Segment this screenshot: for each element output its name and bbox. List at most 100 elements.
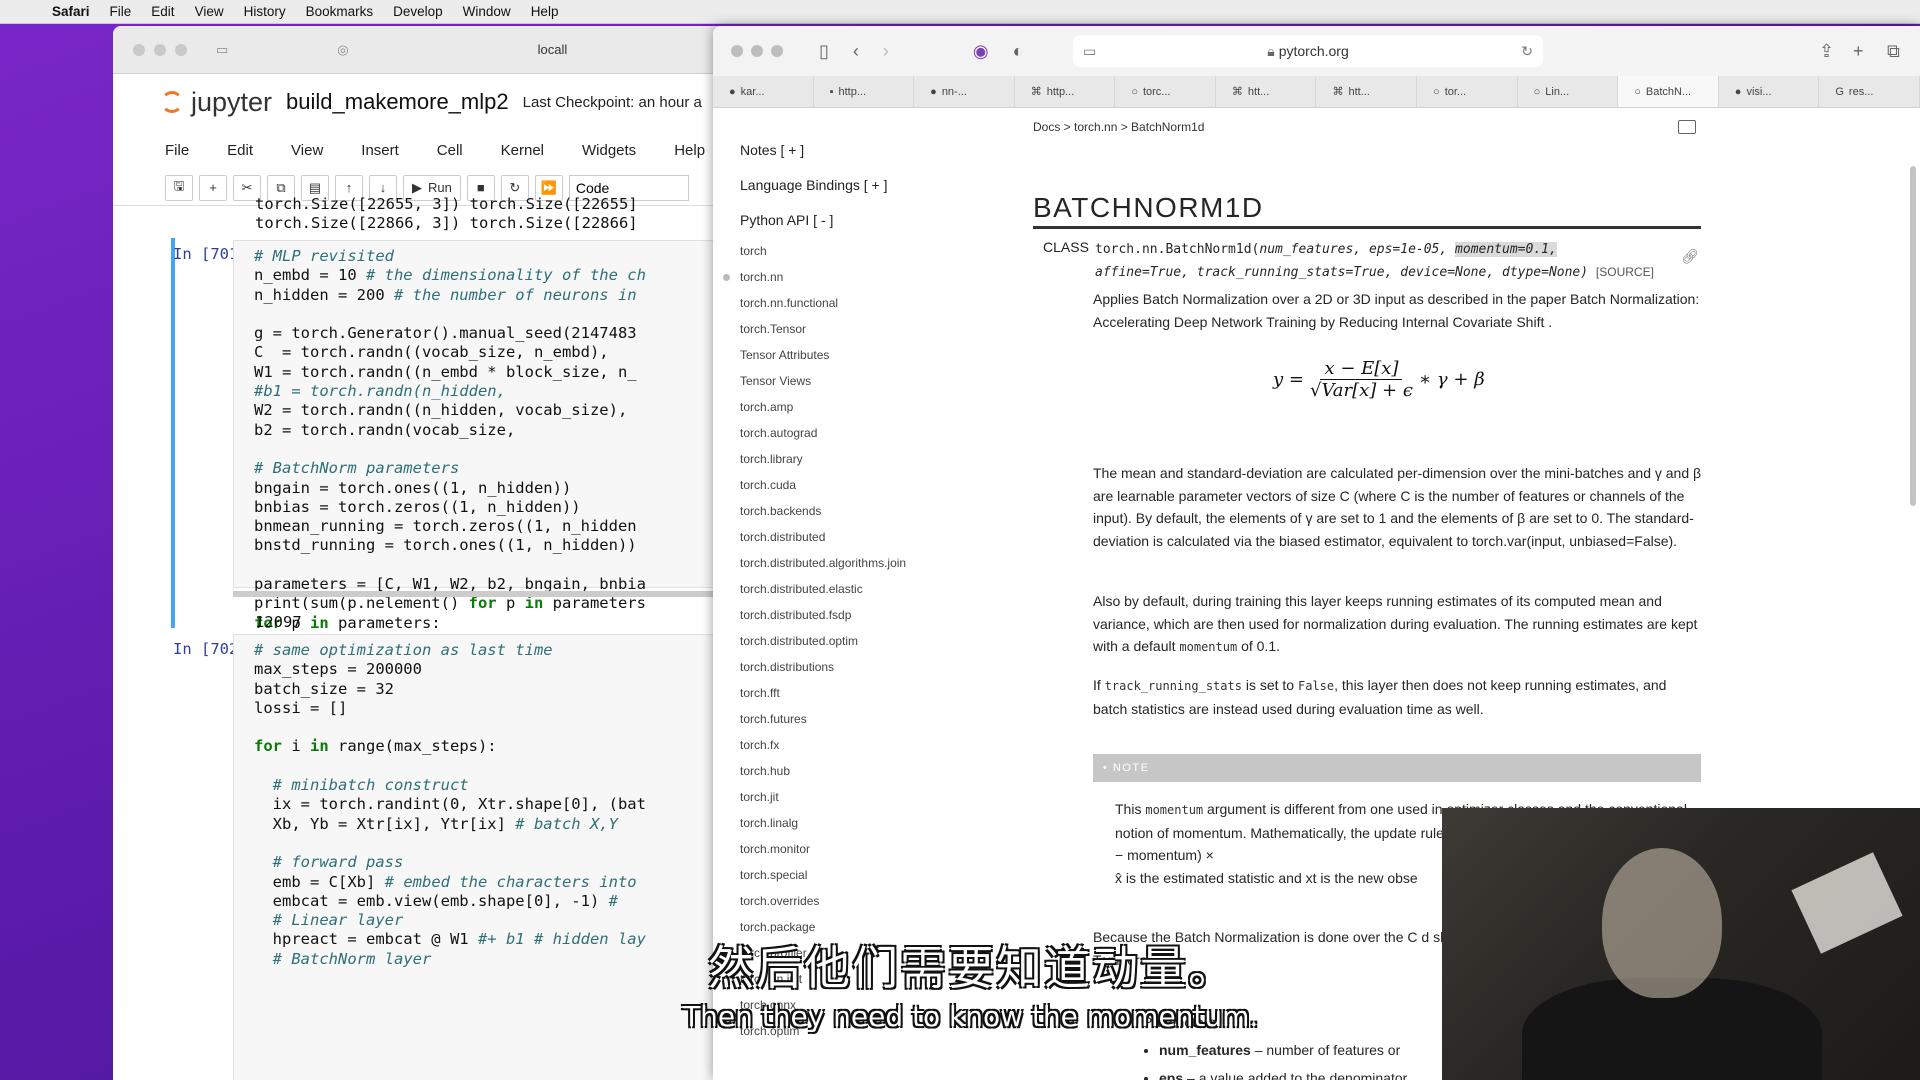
sidebar-item[interactable]: torch.linalg [740, 810, 1003, 836]
run-icon: ▶ [412, 179, 422, 195]
sidebar-item[interactable]: torch.library [740, 446, 1003, 472]
tab[interactable]: ○ Lin... [1518, 76, 1619, 107]
tab-bar: ● kar... ▪ http... ● nn-... ⌘ http... ○ torc.… [713, 76, 1920, 108]
sidebar-item[interactable]: torch.overrides [740, 888, 1003, 914]
tab-overview-icon[interactable]: ⧉ [1879, 41, 1908, 62]
privacy-icon[interactable]: ◎ [337, 42, 348, 58]
pytorch-icon: ○ [1533, 85, 1541, 98]
page-scrollbar[interactable] [1910, 166, 1916, 506]
jmenu-cell[interactable]: Cell [437, 142, 463, 159]
sidebar-icon[interactable]: ▭ [216, 42, 228, 58]
sidebar-item[interactable]: torch.fx [740, 732, 1003, 758]
address-fragment[interactable]: locall [538, 42, 568, 57]
site-icon: ⌘ [1231, 86, 1243, 98]
zoom-window-button[interactable] [771, 45, 783, 57]
formula-denominator: √Var[x] + ϵ [1309, 380, 1413, 401]
permalink-icon[interactable]: 🔗︎ [1681, 248, 1699, 265]
minimize-window-button[interactable] [154, 43, 166, 56]
zoom-window-button[interactable] [175, 43, 187, 56]
tab[interactable]: ⌘ htt... [1216, 76, 1317, 107]
sidebar-item[interactable]: torch.distributions [740, 654, 1003, 680]
text: is set to [1241, 677, 1298, 693]
close-window-button[interactable] [133, 43, 145, 56]
sidebar-notes[interactable]: Notes [ + ] [740, 142, 1003, 158]
sidebar-item[interactable]: torch.distributed.optim [740, 628, 1003, 654]
sidebar-language-bindings[interactable]: Language Bindings [ + ] [740, 177, 1003, 193]
source-link[interactable]: [SOURCE] [1596, 265, 1654, 279]
sidebar-item[interactable]: torch.cuda [740, 472, 1003, 498]
add-cell-icon[interactable]: + [199, 174, 227, 201]
reload-icon[interactable]: ↻ [1521, 43, 1533, 60]
tab[interactable]: ○ torc... [1115, 76, 1216, 107]
sidebar-item[interactable]: torch.fft [740, 680, 1003, 706]
sig-params: num_features, eps=1e-05, [1259, 242, 1456, 257]
sidebar-item[interactable]: torch.special [740, 862, 1003, 888]
breadcrumb[interactable]: Docs > torch.nn > BatchNorm1d [1033, 120, 1204, 134]
notebook-title[interactable]: build_makemore_mlp2 [286, 89, 509, 115]
jmenu-edit[interactable]: Edit [227, 142, 253, 159]
menu-history[interactable]: History [234, 4, 296, 19]
sidebar-item[interactable]: torch.backends [740, 498, 1003, 524]
sidebar-item[interactable]: torch.hub [740, 758, 1003, 784]
sidebar-item[interactable]: torch.distributed.fsdp [740, 602, 1003, 628]
privacy-report-icon[interactable]: ◉ [965, 41, 997, 62]
jmenu-widgets[interactable]: Widgets [582, 142, 636, 159]
tab[interactable]: ● kar... [713, 76, 814, 107]
jmenu-file[interactable]: File [165, 142, 189, 159]
code-cell-702[interactable]: # same optimization as last time max_ste… [233, 634, 733, 1080]
sidebar-python-api[interactable]: Python API [ - ] [740, 212, 1003, 228]
sidebar-item[interactable]: Tensor Views [740, 368, 1003, 394]
sidebar-item[interactable]: Tensor Attributes [740, 342, 1003, 368]
sidebar-toggle-icon[interactable]: ▯ [811, 41, 837, 62]
jmenu-insert[interactable]: Insert [361, 142, 399, 159]
tab[interactable]: ⌘ http... [1015, 76, 1116, 107]
tab[interactable]: ▪ http... [814, 76, 915, 107]
sidebar-item[interactable]: torch.futures [740, 706, 1003, 732]
menu-bookmarks[interactable]: Bookmarks [296, 4, 384, 19]
toc-toggle-icon[interactable] [1678, 120, 1696, 134]
tab[interactable]: ● visi... [1719, 76, 1820, 107]
sidebar-item[interactable]: torch.distributed.algorithms.join [740, 550, 1003, 576]
jmenu-kernel[interactable]: Kernel [501, 142, 544, 159]
shield-icon[interactable]: ◐ [1005, 41, 1032, 62]
jmenu-help[interactable]: Help [674, 142, 705, 159]
tab[interactable]: Gres... [1819, 76, 1920, 107]
new-tab-icon[interactable]: + [1845, 41, 1872, 62]
sidebar-item[interactable]: torch.autograd [740, 420, 1003, 446]
minimize-window-button[interactable] [751, 45, 763, 57]
sidebar-item[interactable]: torch.Tensor [740, 316, 1003, 342]
menu-edit[interactable]: Edit [141, 4, 184, 19]
menu-file[interactable]: File [100, 4, 142, 19]
tab[interactable]: ⌘ htt... [1316, 76, 1418, 107]
close-window-button[interactable] [731, 45, 743, 57]
tab[interactable]: ○ tor... [1417, 76, 1518, 107]
jupyter-menu: File Edit View Insert Cell Kernel Widget… [113, 130, 733, 170]
forward-icon[interactable]: › [875, 41, 897, 62]
sidebar-item-active[interactable]: torch.nn [723, 264, 1003, 290]
sidebar-item[interactable]: torch.distributed [740, 524, 1003, 550]
share-icon[interactable]: ⇪ [1811, 41, 1842, 62]
back-icon[interactable]: ‹ [845, 41, 867, 62]
sidebar-item[interactable]: torch.nn.functional [740, 290, 1003, 316]
sidebar-item[interactable]: torch [740, 238, 1003, 264]
save-icon[interactable]: 🖫 [165, 174, 193, 201]
sidebar-item[interactable]: torch.jit [740, 784, 1003, 810]
menu-safari[interactable]: Safari [42, 4, 100, 19]
menu-develop[interactable]: Develop [383, 4, 453, 19]
jmenu-view[interactable]: View [291, 142, 323, 159]
code-cell-701[interactable]: # MLP revisited n_embd = 10 # the dimens… [233, 240, 733, 651]
menu-view[interactable]: View [185, 4, 234, 19]
formula-lhs: y = [1273, 369, 1304, 390]
menu-window[interactable]: Window [453, 4, 521, 19]
code-editor[interactable]: # same optimization as last time max_ste… [234, 635, 732, 969]
horizontal-scrollbar[interactable] [233, 591, 733, 597]
tab-active[interactable]: ○ BatchN... [1618, 76, 1719, 107]
address-bar[interactable]: ▭ 🔒︎ pytorch.org ↻ [1073, 35, 1543, 67]
sidebar-item[interactable]: torch.monitor [740, 836, 1003, 862]
jupyter-logo[interactable]: jupyter [161, 87, 272, 118]
tab[interactable]: ● nn-... [914, 76, 1015, 107]
menu-help[interactable]: Help [521, 4, 569, 19]
active-dot-icon [723, 274, 730, 281]
sidebar-item[interactable]: torch.distributed.elastic [740, 576, 1003, 602]
sidebar-item[interactable]: torch.amp [740, 394, 1003, 420]
